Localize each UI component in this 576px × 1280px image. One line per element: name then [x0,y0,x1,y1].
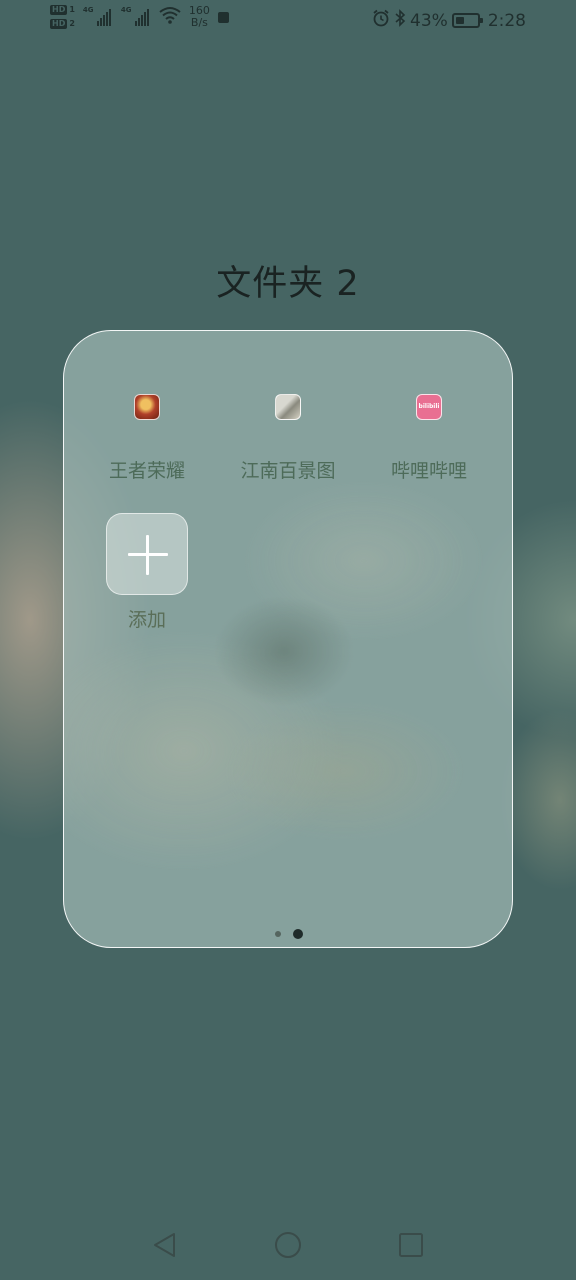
app-honor-of-kings[interactable]: 王者荣耀 [77,394,217,483]
page-dot-2[interactable] [293,929,303,939]
network-type-label: 4G [82,6,94,14]
app-jiangnan-baijingtu[interactable]: 江南百景图 [218,394,358,483]
home-button[interactable] [273,1230,303,1260]
signal-icon-sim1: 4G [82,6,113,26]
network-type-label: 4G [120,6,132,14]
back-button[interactable] [150,1230,180,1260]
recent-apps-button[interactable] [396,1230,426,1260]
hd-voice-indicator-1: HD 1 [50,5,75,15]
network-speed: 160 B/s [188,4,210,29]
app-bilibili[interactable]: bilibili 哔哩哔哩 [359,394,499,483]
folder-title[interactable]: 文件夹 2 [0,255,576,306]
folder-panel: 王者荣耀 江南百景图 bilibili 哔哩哔哩 添加 [63,330,513,948]
honor-of-kings-icon[interactable] [134,394,160,420]
signal-icon-sim2: 4G [120,6,151,26]
hd-voice-indicator-2: HD 2 [50,19,75,29]
add-app-label: 添加 [127,609,166,631]
clock: 2:28 [487,10,526,31]
notification-icon [217,11,229,23]
page-dot-1[interactable] [275,931,281,937]
back-icon [154,1233,175,1257]
bilibili-icon[interactable]: bilibili [416,394,442,420]
battery-percent: 43% [410,10,448,31]
navigation-bar [0,1216,576,1276]
jiangnan-baijingtu-icon[interactable] [275,394,301,420]
add-app-button[interactable] [106,513,188,595]
recent-apps-icon [399,1233,423,1257]
app-label: 哔哩哔哩 [390,460,467,482]
status-bar: HD 1 HD 2 4G 4G 160 B/s 43% 2:28 [0,0,576,44]
page-indicator [64,927,512,941]
alarm-icon [372,9,390,32]
app-label: 江南百景图 [240,460,336,482]
wifi-icon [159,6,181,29]
app-label: 王者荣耀 [108,460,185,482]
battery-icon [451,13,483,28]
home-icon [275,1232,301,1258]
bluetooth-icon [394,9,406,32]
